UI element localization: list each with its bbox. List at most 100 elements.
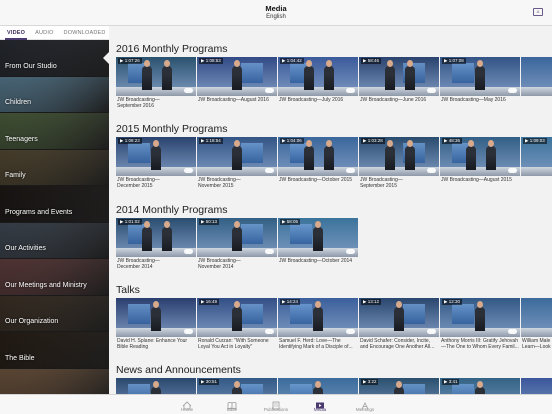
video-thumbnail[interactable]: ▶ 16:49 [197,298,277,337]
video-tile[interactable]: ▶ 58:46 JW Broadcasting—June 2016 [359,57,439,103]
home-icon [182,397,192,410]
video-tile[interactable]: ▶ 1:08:23 JW Broadcasting— December 2015 [116,137,196,189]
video-tile[interactable] [521,57,552,97]
video-thumbnail[interactable]: ▶ 3:22 [359,378,439,394]
video-tile[interactable]: ▶ 3:22 [359,378,439,394]
video-thumbnail[interactable]: ▶ 1:08:23 [116,137,196,176]
video-thumbnail[interactable]: ▶ 1:04:06 [278,137,358,176]
video-thumbnail[interactable]: ▶ 14:24 [278,298,358,337]
video-tile[interactable]: ▶ 12:30 Anthony Morris III: Gratify Jehov… [440,298,520,350]
video-thumbnail[interactable]: ▶ 58:46 [359,57,439,96]
category-our-activities[interactable]: Our Activities [0,222,109,259]
video-tile[interactable]: ▶ 13:12 David Schafer: Consider, Incite, … [359,298,439,350]
tab-label: Meetings [355,407,375,412]
video-tile[interactable] [521,378,552,394]
video-thumbnail[interactable] [521,378,552,394]
download-cloud-icon[interactable] [184,168,193,173]
download-cloud-icon[interactable] [265,88,274,93]
category-our-meetings-and-ministry[interactable]: Our Meetings and Ministry [0,259,109,296]
video-thumbnail[interactable]: ▶ 1:09:03 [521,137,552,176]
download-cloud-icon[interactable] [346,329,355,334]
video-thumbnail[interactable]: ▶ 1:07:08 [440,57,520,96]
video-thumbnail[interactable]: ▶ 1:07:26 [116,57,196,96]
presenter-figure [232,387,242,394]
download-cloud-icon[interactable] [265,249,274,254]
video-tile[interactable]: ▶ 1:03:28 JW Broadcasting— September 2015 [359,137,439,189]
download-cloud-icon[interactable] [184,249,193,254]
video-thumbnail[interactable]: ▶ 1:03:28 [359,137,439,176]
video-tile[interactable]: William Male Learn—Look [521,298,552,350]
video-thumbnail[interactable]: ▶ 13:12 [359,298,439,337]
video-tile[interactable] [278,378,358,394]
video-thumbnail[interactable]: ▶ 1:08:53 [197,57,277,96]
tab-bible[interactable]: Bible [212,397,252,412]
download-cloud-icon[interactable] [265,168,274,173]
video-thumbnail[interactable]: ▶ 1:01:02 [116,218,196,257]
section-talks: Talks David H. Splane: Enhance Your Bible… [116,284,552,350]
download-cloud-icon[interactable] [184,329,193,334]
presenter-figure [313,307,323,331]
video-thumbnail[interactable]: ▶ 48:36 [440,137,520,176]
video-thumbnail[interactable] [521,57,552,96]
download-cloud-icon[interactable] [346,249,355,254]
category-programs-and-events[interactable]: Programs and Events [0,186,109,223]
download-cloud-icon[interactable] [508,88,517,93]
video-tile[interactable]: ▶ 16:49 Ronald Curzan: "With Someone Loya… [197,298,277,350]
video-thumbnail[interactable]: ▶ 12:30 [440,298,520,337]
video-tile[interactable]: ▶ 1:04:42 JW Broadcasting—July 2016 [278,57,358,103]
download-cloud-icon[interactable] [184,88,193,93]
category-family[interactable]: Family [0,149,109,186]
download-cloud-icon[interactable] [508,168,517,173]
video-thumbnail[interactable] [521,298,552,337]
download-cloud-icon[interactable] [427,88,436,93]
video-tile[interactable]: David H. Splane: Enhance Your Bible Read… [116,298,196,350]
video-tile[interactable]: ▶ 1:08:53 JW Broadcasting—August 2016 [197,57,277,103]
video-caption: JW Broadcasting—October 2015 [279,177,353,183]
video-thumbnail[interactable] [278,378,358,394]
video-thumbnail[interactable] [116,378,196,394]
download-cloud-icon[interactable] [427,329,436,334]
download-cloud-icon[interactable] [427,168,436,173]
download-cloud-icon[interactable] [346,168,355,173]
presenter-figure [475,66,485,90]
video-thumbnail[interactable]: ▶ 1:18:54 [197,137,277,176]
video-tile[interactable]: ▶ 1:04:06 JW Broadcasting—October 2015 [278,137,358,183]
tab-media[interactable]: Media [300,397,340,412]
tab-meetings[interactable]: Meetings [345,397,385,412]
tab-home[interactable]: Home [167,397,207,412]
video-tile[interactable]: ▶ 30:51 [197,378,277,394]
category-teenagers[interactable]: Teenagers [0,113,109,150]
tab-audio[interactable]: AUDIO [35,30,53,36]
video-tile[interactable]: ▶ 1:09:03 [521,137,552,177]
duration-badge: ▶ 1:08:53 [199,58,223,64]
video-tile[interactable]: ▶ 50:13 JW Broadcasting— November 2014 [197,218,277,270]
tab-downloaded[interactable]: DOWNLOADED [64,30,106,36]
video-tile[interactable]: ▶ 1:18:54 JW Broadcasting— November 2015 [197,137,277,189]
category-children[interactable]: Children [0,76,109,113]
video-thumbnail[interactable]: ▶ 50:13 [197,218,277,257]
tab-video[interactable]: VIDEO [4,30,28,40]
video-thumbnail[interactable]: ▶ 1:04:42 [278,57,358,96]
video-thumbnail[interactable] [116,298,196,337]
video-tile[interactable]: ▶ 1:07:08 JW Broadcasting—May 2016 [440,57,520,103]
category-from-our-studio[interactable]: From Our Studio [0,40,109,77]
video-thumbnail[interactable]: ▶ 30:51 [197,378,277,394]
video-thumbnail[interactable]: ▶ 58:05 [278,218,358,257]
category-more[interactable] [0,368,109,394]
category-the-bible[interactable]: The Bible [0,332,109,369]
video-tile[interactable]: ▶ 48:36 JW Broadcasting—August 2015 [440,137,520,183]
tab-publications[interactable]: Publications [256,397,296,412]
language-button[interactable]: A [533,8,543,16]
video-tile[interactable] [116,378,196,394]
video-tile[interactable]: ▶ 3:41 [440,378,520,394]
video-tile[interactable]: ▶ 1:07:26 JW Broadcasting— September 2016 [116,57,196,109]
download-cloud-icon[interactable] [346,88,355,93]
presenter-figure [304,66,314,90]
video-thumbnail[interactable]: ▶ 3:41 [440,378,520,394]
video-tile[interactable]: ▶ 58:05 JW Broadcasting—October 2014 [278,218,358,264]
download-cloud-icon[interactable] [508,329,517,334]
category-our-organization[interactable]: Our Organization [0,295,109,332]
video-tile[interactable]: ▶ 1:01:02 JW Broadcasting— December 2014 [116,218,196,270]
video-tile[interactable]: ▶ 14:24 Samuel F. Herd: Love—The Identify… [278,298,358,350]
download-cloud-icon[interactable] [265,329,274,334]
